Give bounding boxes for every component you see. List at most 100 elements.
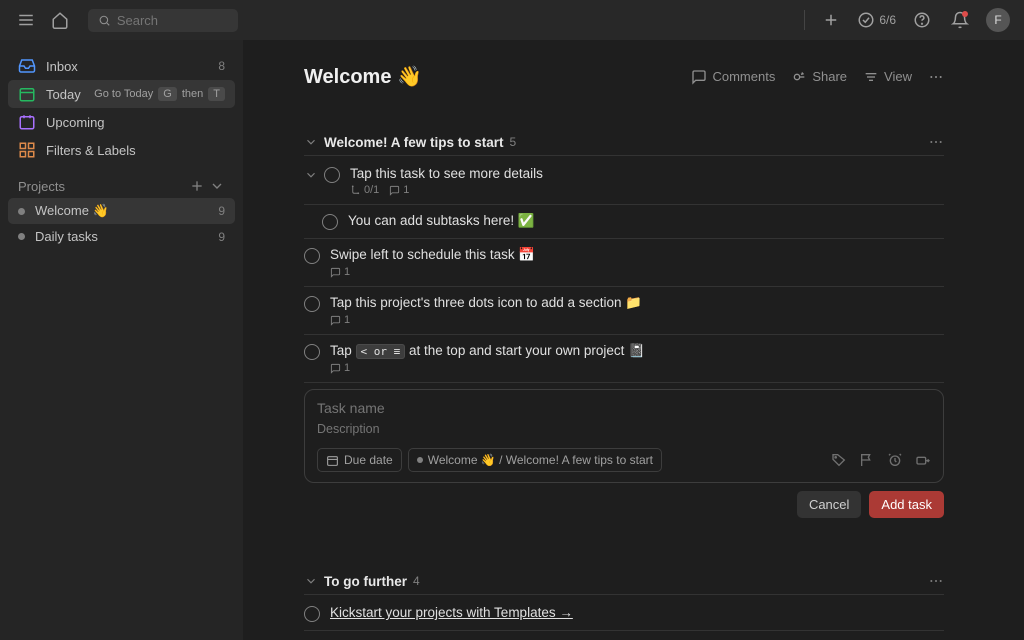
chevron-down-icon[interactable]	[304, 168, 318, 182]
avatar[interactable]: F	[986, 8, 1010, 32]
nav-inbox[interactable]: Inbox 8	[8, 52, 235, 80]
section-header-2: To go further 4	[304, 568, 944, 595]
search-box[interactable]	[88, 9, 238, 32]
view-button[interactable]: View	[863, 69, 912, 85]
label-icon[interactable]	[831, 452, 847, 468]
comment-icon	[691, 69, 707, 85]
calendar-icon	[326, 454, 339, 467]
nav-inbox-label: Inbox	[46, 59, 218, 74]
task-row[interactable]: Tap this task to see more details 0/1 1	[304, 158, 944, 205]
task-title: Kickstart your projects with Templates →	[330, 605, 944, 620]
task-title: You can add subtasks here! ✅	[348, 213, 944, 229]
topbar-right: 6/6 F	[804, 8, 1010, 32]
chevron-down-icon[interactable]	[304, 574, 318, 588]
topbar: 6/6 F	[0, 0, 1024, 40]
add-task-box: Due date Welcome 👋 / Welcome! A few tips…	[304, 389, 944, 483]
task-checkbox[interactable]	[324, 167, 340, 183]
more-icon[interactable]	[928, 69, 944, 85]
projects-header: Projects	[8, 164, 235, 198]
productivity-text: 6/6	[879, 13, 896, 27]
project-welcome[interactable]: Welcome 👋 9	[8, 198, 235, 224]
divider	[804, 10, 805, 30]
nav-today[interactable]: Today Go to Today G then T	[8, 80, 235, 108]
upcoming-icon	[18, 113, 36, 131]
projects-header-label: Projects	[18, 179, 65, 194]
topbar-left	[14, 8, 238, 32]
project-dot-icon	[18, 208, 25, 215]
add-task-button[interactable]: Add task	[869, 491, 944, 518]
section-count-1: 5	[510, 135, 517, 149]
page-header: Welcome 👋 Comments Share View	[304, 64, 944, 89]
task-row[interactable]: Learn how to use Todoist with the Guide …	[304, 631, 944, 640]
section-title-2: To go further	[324, 574, 407, 589]
project-welcome-label: Welcome 👋	[35, 203, 218, 219]
comment-count: 1	[330, 266, 350, 278]
search-input[interactable]	[117, 13, 228, 28]
task-row[interactable]: Kickstart your projects with Templates →	[304, 597, 944, 631]
task-row[interactable]: Tap < or ≡ at the top and start your own…	[304, 335, 944, 383]
task-row[interactable]: Tap this project's three dots icon to ad…	[304, 287, 944, 335]
project-welcome-count: 9	[218, 204, 225, 218]
task-row[interactable]: Swipe left to schedule this task 📅 1	[304, 239, 944, 287]
subtask-count: 0/1	[350, 184, 379, 196]
task-row[interactable]: You can add subtasks here! ✅	[304, 205, 944, 239]
section-more-icon[interactable]	[928, 573, 944, 589]
task-checkbox[interactable]	[304, 344, 320, 360]
project-dot-icon	[417, 457, 423, 463]
extension-icon[interactable]	[915, 452, 931, 468]
share-button[interactable]: Share	[791, 69, 847, 85]
section-more-icon[interactable]	[928, 134, 944, 150]
section-count-2: 4	[413, 574, 420, 588]
main: Welcome 👋 Comments Share View	[244, 40, 1024, 640]
comment-count: 1	[330, 314, 350, 326]
project-chip[interactable]: Welcome 👋 / Welcome! A few tips to start	[408, 448, 662, 472]
notification-dot	[962, 11, 968, 17]
project-daily[interactable]: Daily tasks 9	[8, 224, 235, 249]
today-shortcut-hint: Go to Today G then T	[94, 87, 225, 101]
share-icon	[791, 69, 807, 85]
task-name-input[interactable]	[317, 400, 931, 416]
task-title: Tap this project's three dots icon to ad…	[330, 295, 944, 311]
keyboard-hint: < or ≡	[356, 344, 406, 359]
reminder-icon[interactable]	[887, 452, 903, 468]
flag-icon[interactable]	[859, 452, 875, 468]
project-daily-label: Daily tasks	[35, 229, 218, 244]
section-header-1: Welcome! A few tips to start 5	[304, 129, 944, 156]
task-checkbox[interactable]	[322, 214, 338, 230]
project-dot-icon	[18, 233, 25, 240]
task-checkbox[interactable]	[304, 248, 320, 264]
comment-count: 1	[330, 362, 350, 374]
section-title-1: Welcome! A few tips to start	[324, 135, 504, 150]
home-icon[interactable]	[48, 8, 72, 32]
task-checkbox[interactable]	[304, 296, 320, 312]
inbox-icon	[18, 57, 36, 75]
task-checkbox[interactable]	[304, 606, 320, 622]
due-date-chip[interactable]: Due date	[317, 448, 402, 472]
nav-filters[interactable]: Filters & Labels	[8, 136, 235, 164]
cancel-button[interactable]: Cancel	[797, 491, 861, 518]
view-icon	[863, 69, 879, 85]
filters-icon	[18, 141, 36, 159]
check-circle-icon	[857, 11, 875, 29]
search-icon	[98, 13, 111, 28]
comment-count: 1	[389, 184, 409, 196]
task-desc-input[interactable]	[317, 422, 931, 436]
menu-icon[interactable]	[14, 8, 38, 32]
nav-upcoming[interactable]: Upcoming	[8, 108, 235, 136]
notifications-icon[interactable]	[948, 8, 972, 32]
comments-button[interactable]: Comments	[691, 69, 775, 85]
productivity-counter[interactable]: 6/6	[857, 11, 896, 29]
collapse-projects-icon[interactable]	[209, 178, 225, 194]
project-daily-count: 9	[218, 230, 225, 244]
help-icon[interactable]	[910, 8, 934, 32]
task-title: Tap this task to see more details	[350, 166, 944, 181]
sidebar: Inbox 8 Today Go to Today G then T Upcom…	[0, 40, 244, 640]
add-project-icon[interactable]	[189, 178, 205, 194]
task-title: Swipe left to schedule this task 📅	[330, 247, 944, 263]
page-actions: Comments Share View	[691, 69, 944, 85]
nav-upcoming-label: Upcoming	[46, 115, 225, 130]
page-title: Welcome 👋	[304, 64, 422, 89]
nav-today-label: Today	[46, 87, 94, 102]
add-icon[interactable]	[819, 8, 843, 32]
chevron-down-icon[interactable]	[304, 135, 318, 149]
